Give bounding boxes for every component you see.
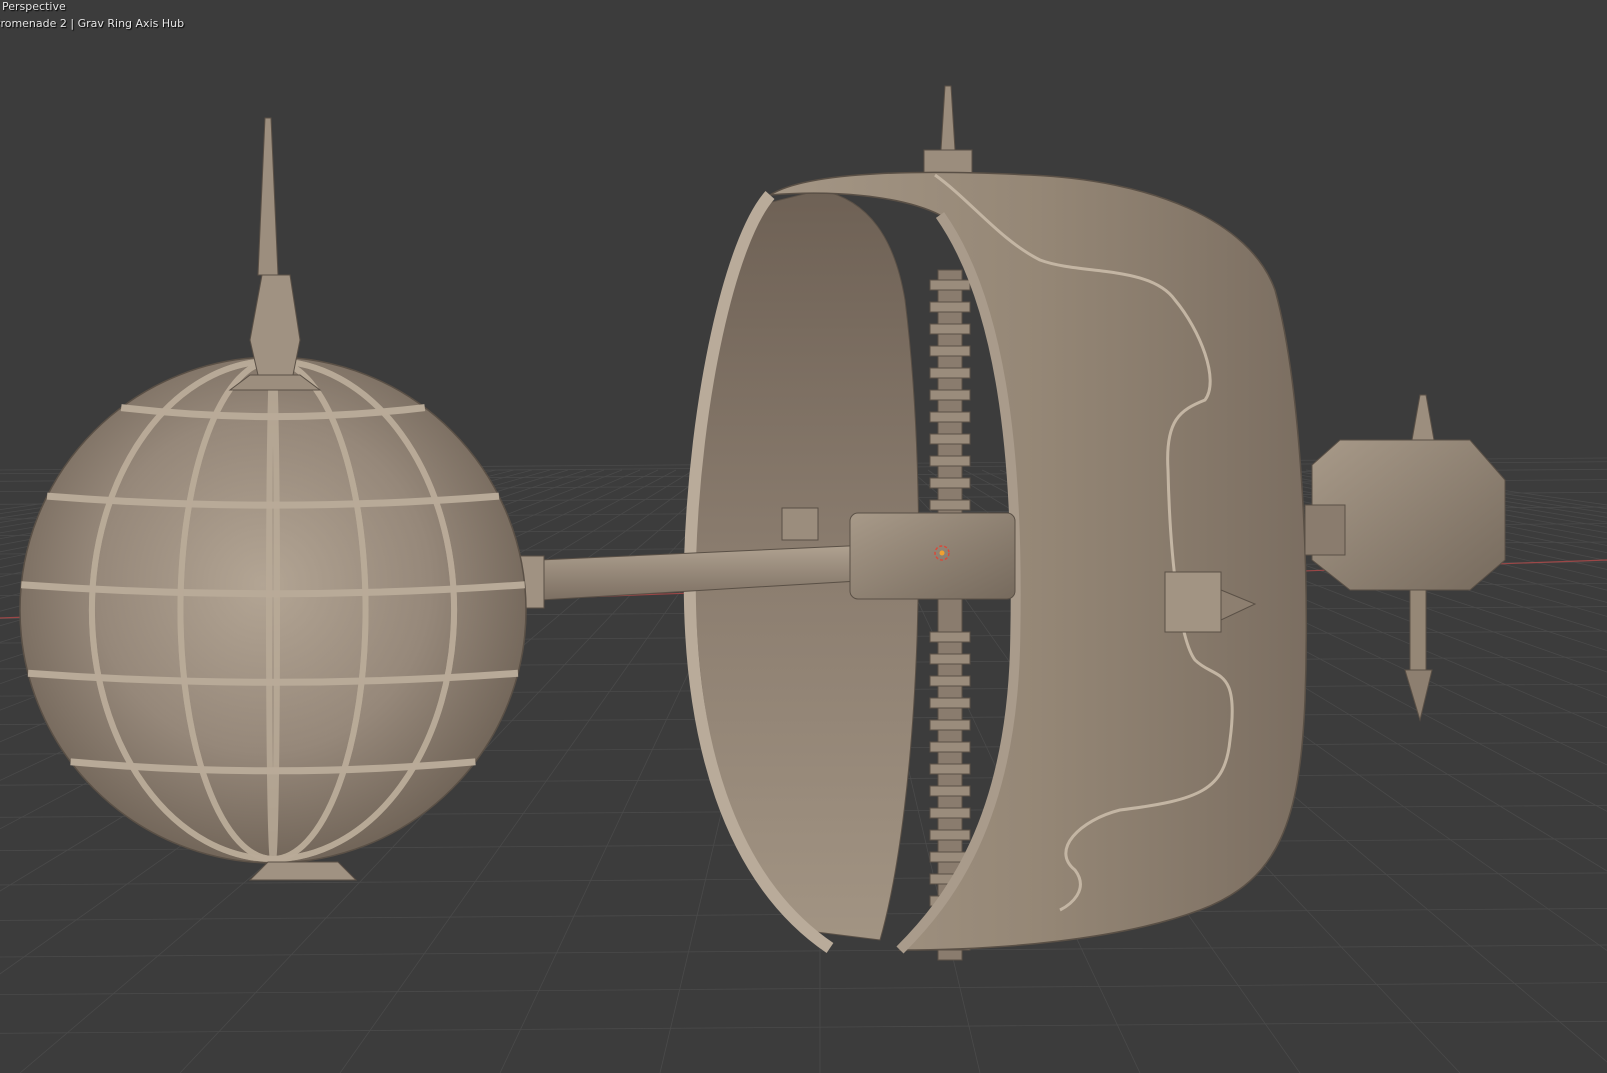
spine-segment xyxy=(929,433,971,445)
spine-segment xyxy=(929,741,971,753)
spine-segment xyxy=(929,301,971,313)
spine-segment xyxy=(929,763,971,775)
spine-segment xyxy=(929,829,971,841)
spine-segment xyxy=(929,631,971,643)
hub-module-spire xyxy=(1411,394,1435,441)
sphere-antenna-mast xyxy=(257,117,279,276)
spine-segment xyxy=(929,279,971,291)
viewport-scene[interactable] xyxy=(0,0,1607,1073)
view-mode-label: r Perspective xyxy=(0,0,66,13)
collection-object-label: Promenade 2 | Grav Ring Axis Hub xyxy=(0,17,185,30)
spine-segment xyxy=(929,389,971,401)
spine-segment xyxy=(929,323,971,335)
sphere-antenna-base xyxy=(249,274,301,376)
spine-segment xyxy=(929,477,971,489)
grid-line xyxy=(0,982,1607,996)
ring-thruster-pod xyxy=(1164,571,1222,633)
spine-segment xyxy=(929,785,971,797)
grid-line xyxy=(0,944,1607,958)
spine-segment xyxy=(929,653,971,665)
spine-top-cap xyxy=(923,149,973,175)
hub-housing xyxy=(849,512,1016,600)
hub-module[interactable] xyxy=(1304,394,1506,722)
hub-module-coupler xyxy=(1304,504,1346,556)
hub-module-bottom-tip xyxy=(1404,669,1433,722)
spine-segment xyxy=(929,697,971,709)
spine-top-tip xyxy=(940,85,956,151)
hub-clamp-left xyxy=(781,507,819,541)
origin-point-icon xyxy=(939,550,945,556)
spine-segment xyxy=(929,411,971,423)
spine-segment xyxy=(929,455,971,467)
sphere-bottom-base xyxy=(248,861,358,881)
spine-segment xyxy=(929,367,971,379)
hub-module-stem xyxy=(1409,589,1427,671)
spine-segment xyxy=(929,719,971,731)
spine-segment xyxy=(929,499,971,511)
spine-segment xyxy=(929,807,971,819)
grid-line xyxy=(0,1020,1607,1034)
3d-viewport[interactable]: r Perspective Promenade 2 | Grav Ring Ax… xyxy=(0,0,1607,1073)
sphere-module[interactable] xyxy=(19,117,527,881)
spine-segment xyxy=(929,345,971,357)
spine-segment xyxy=(929,675,971,687)
